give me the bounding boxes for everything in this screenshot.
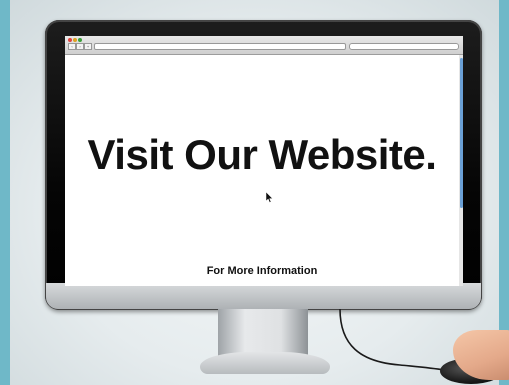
search-field[interactable]	[349, 43, 459, 50]
monitor-stand-neck	[218, 309, 308, 357]
left-accent-edge	[0, 0, 10, 385]
back-button[interactable]: ‹	[68, 43, 76, 50]
scroll-thumb[interactable]	[460, 58, 463, 208]
monitor-stand-base	[200, 352, 330, 374]
mouse-pointer-icon	[266, 192, 274, 203]
address-bar[interactable]	[94, 43, 346, 50]
forward-button[interactable]: ›	[76, 43, 84, 50]
page-headline: Visit Our Website.	[87, 131, 437, 178]
monitor-chin	[46, 283, 481, 309]
browser-toolbar: ‹ › +	[65, 36, 463, 55]
zoom-icon[interactable]	[78, 38, 82, 42]
right-accent-edge	[499, 0, 509, 385]
close-icon[interactable]	[68, 38, 72, 42]
footer-text: For More Information	[206, 265, 318, 277]
minimize-icon[interactable]	[73, 38, 77, 42]
browser-screen: ‹ › + Visit Our Website. For More Inform…	[65, 36, 463, 286]
add-bookmark-button[interactable]: +	[84, 43, 92, 50]
